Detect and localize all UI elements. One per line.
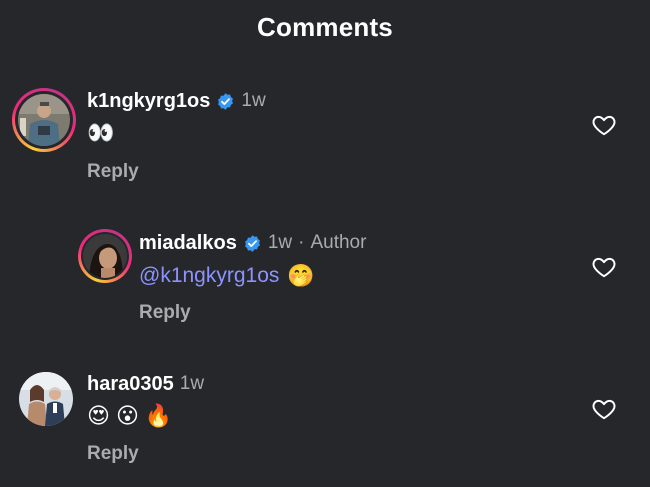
comment-time: 1w <box>179 373 205 394</box>
verified-badge-icon <box>216 92 235 111</box>
emoji: 🔥 <box>144 403 173 428</box>
emoji: 🤭 <box>287 263 315 288</box>
comment-time: 1w <box>267 232 293 253</box>
comment-time: 1w <box>241 90 266 111</box>
comment-text: 😍 😮 🔥 <box>87 401 178 431</box>
mention-link[interactable]: @k1ngkyrg1os <box>139 264 279 288</box>
avatar-photo <box>18 94 70 146</box>
emoji: 😮 <box>115 403 139 428</box>
comment-header: miadalkos 1w · Author <box>139 230 366 256</box>
heart-outline-icon[interactable] <box>590 396 618 422</box>
author-label: Author <box>310 232 367 253</box>
comment-header: hara0305 1w <box>87 371 204 397</box>
emoji: 😍 <box>87 403 110 428</box>
heart-outline-icon[interactable] <box>590 112 618 138</box>
username[interactable]: hara0305 <box>87 373 174 396</box>
reply-button[interactable]: Reply <box>139 302 191 324</box>
comment-text: @k1ngkyrg1os 🤭 <box>139 261 315 291</box>
page-title: Comments <box>257 12 393 42</box>
comment-text: 👀 <box>87 120 115 145</box>
reply-button[interactable]: Reply <box>87 443 139 465</box>
avatar[interactable] <box>78 229 132 283</box>
verified-badge-icon <box>243 234 262 253</box>
heart-outline-icon[interactable] <box>590 254 618 280</box>
avatar-photo <box>83 234 127 278</box>
avatar[interactable] <box>19 372 73 426</box>
avatar[interactable] <box>12 88 76 152</box>
username[interactable]: k1ngkyrg1os <box>87 90 210 113</box>
reply-button[interactable]: Reply <box>87 161 139 183</box>
meta-separator: · <box>298 232 305 253</box>
username[interactable]: miadalkos <box>139 232 237 255</box>
avatar-photo <box>19 372 73 426</box>
comment-header: k1ngkyrg1os 1w <box>87 88 266 114</box>
